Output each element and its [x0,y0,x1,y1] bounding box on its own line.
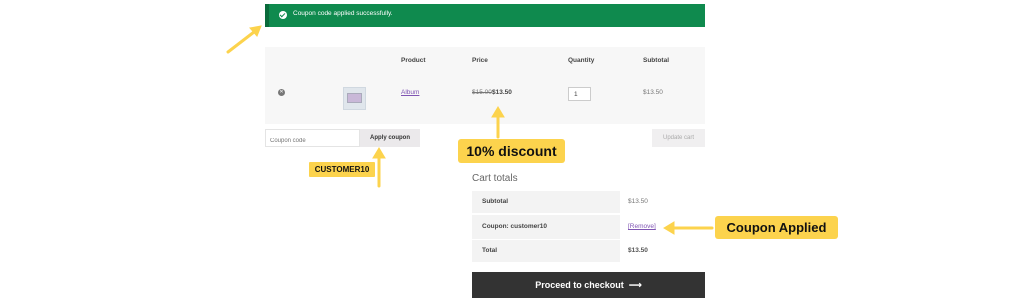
discount-callout: 10% discount [458,139,565,163]
coupon-code-callout: CUSTOMER10 [309,162,375,177]
arrowhead-remove [663,221,675,235]
coupon-applied-callout: Coupon Applied [715,216,838,239]
arrow-to-notice [226,30,256,54]
arrowhead-price [491,106,505,118]
arrowhead-apply [372,147,386,159]
